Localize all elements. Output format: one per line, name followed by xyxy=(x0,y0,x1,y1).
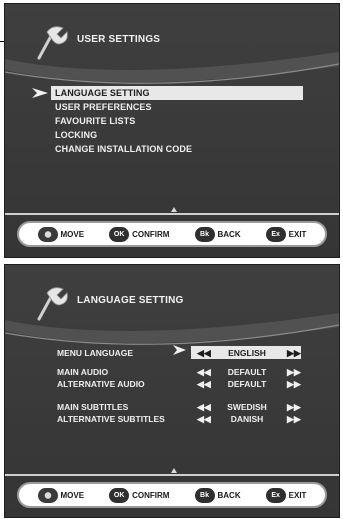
legend-exit-label: EXIT xyxy=(288,490,307,500)
legend-back: Bk BACK xyxy=(194,487,241,503)
button-legend-bar: MOVE OK CONFIRM Bk BACK Ex EXIT xyxy=(17,221,327,247)
legend-confirm-label: CONFIRM xyxy=(132,490,170,500)
arrow-right-icon[interactable]: ▶▶ xyxy=(287,347,301,359)
row-value: DANISH xyxy=(230,414,264,424)
dpad-icon xyxy=(37,487,58,503)
footer-divider xyxy=(5,213,339,215)
footer-divider xyxy=(5,474,339,476)
menu-item-favourite-lists[interactable]: FAVOURITE LISTS xyxy=(51,114,303,128)
row-label: MENU LANGUAGE xyxy=(57,348,134,358)
button-legend-bar: MOVE OK CONFIRM Bk BACK Ex EXIT xyxy=(17,482,327,508)
wrench-icon xyxy=(37,287,68,321)
row-label: ALTERNATIVE SUBTITLES xyxy=(57,414,165,424)
legend-exit: Ex EXIT xyxy=(265,487,307,503)
scroll-indicator-icon xyxy=(171,468,177,473)
page-title: LANGUAGE SETTING xyxy=(77,295,184,306)
language-setting-screen: LANGUAGE SETTING MENU LANGUAGE ◀◀ ENGLIS… xyxy=(4,264,340,518)
legend-exit: Ex EXIT xyxy=(265,226,307,242)
arrow-left-icon[interactable]: ◀◀ xyxy=(197,347,211,359)
selection-cursor-icon xyxy=(173,345,186,355)
legend-back: Bk BACK xyxy=(194,226,241,242)
menu-item-user-preferences[interactable]: USER PREFERENCES xyxy=(51,100,303,114)
arrow-right-icon[interactable]: ▶▶ xyxy=(287,413,301,425)
row-label: ALTERNATIVE AUDIO xyxy=(57,379,145,389)
legend-move-label: MOVE xyxy=(60,490,85,500)
legend-move: MOVE xyxy=(37,226,85,242)
arrow-right-icon[interactable]: ▶▶ xyxy=(287,378,301,390)
row-value: DEFAULT xyxy=(227,379,267,389)
arrow-left-icon[interactable]: ◀◀ xyxy=(197,378,211,390)
row-value: ENGLISH xyxy=(228,348,266,358)
legend-confirm: OK CONFIRM xyxy=(109,226,170,242)
legend-confirm: OK CONFIRM xyxy=(109,487,170,503)
menu-item-locking[interactable]: LOCKING xyxy=(51,128,303,142)
menu-item-language-setting[interactable]: LANGUAGE SETTING xyxy=(51,86,303,100)
legend-back-label: BACK xyxy=(217,490,241,500)
exit-key-icon: Ex xyxy=(265,226,286,242)
exit-key-icon: Ex xyxy=(265,487,286,503)
selection-cursor-icon xyxy=(32,88,48,98)
row-alternative-audio[interactable]: ALTERNATIVE AUDIO ◀◀ DEFAULT ▶▶ xyxy=(57,378,307,390)
row-alternative-subtitles[interactable]: ALTERNATIVE SUBTITLES ◀◀ DANISH ▶▶ xyxy=(57,413,307,425)
legend-move: MOVE xyxy=(37,487,85,503)
legend-confirm-label: CONFIRM xyxy=(132,229,170,239)
legend-move-label: MOVE xyxy=(60,229,85,239)
back-key-icon: Bk xyxy=(194,226,215,242)
legend-back-label: BACK xyxy=(217,229,241,239)
wrench-icon xyxy=(37,26,68,60)
menu-item-change-installation-code[interactable]: CHANGE INSTALLATION CODE xyxy=(51,142,303,156)
ok-key-icon: OK xyxy=(109,226,130,242)
row-label: MAIN AUDIO xyxy=(57,367,109,377)
legend-exit-label: EXIT xyxy=(288,229,307,239)
arrow-left-icon[interactable]: ◀◀ xyxy=(197,413,211,425)
dpad-icon xyxy=(37,226,58,242)
user-settings-screen: USER SETTINGS LANGUAGE SETTING USER PREF… xyxy=(4,3,340,258)
settings-menu: LANGUAGE SETTING USER PREFERENCES FAVOUR… xyxy=(51,86,303,156)
row-label: MAIN SUBTITLES xyxy=(57,402,129,412)
ok-key-icon: OK xyxy=(109,487,130,503)
scroll-indicator-icon xyxy=(171,207,177,212)
page-title: USER SETTINGS xyxy=(77,34,161,45)
back-key-icon: Bk xyxy=(194,487,215,503)
